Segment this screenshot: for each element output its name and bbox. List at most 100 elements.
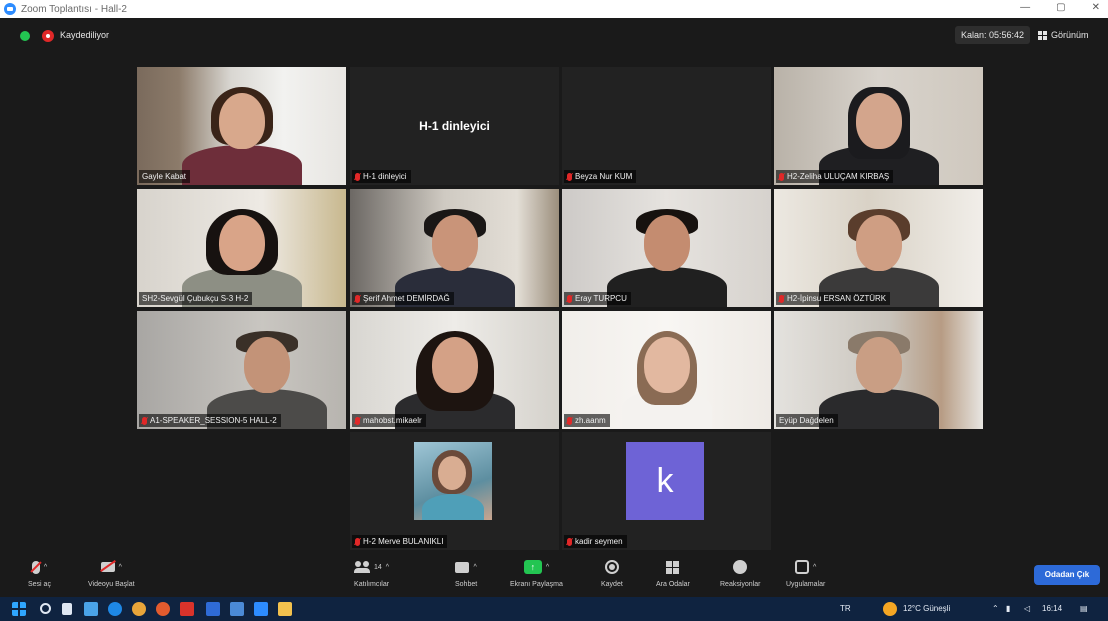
zoom-taskbar-icon[interactable] xyxy=(254,602,268,616)
window-controls: — ▢ ✕ xyxy=(1020,2,1100,13)
participant-name: Eray TURPCU xyxy=(575,294,627,303)
video-tile-8[interactable]: H2-İpinsu ERSAN ÖZTÜRK xyxy=(774,189,983,307)
participant-video xyxy=(181,87,302,185)
muted-mic-icon xyxy=(567,416,572,425)
task-view-icon[interactable] xyxy=(62,603,72,615)
maximize-icon[interactable]: ▢ xyxy=(1056,2,1065,13)
close-icon[interactable]: ✕ xyxy=(1092,2,1100,13)
video-tile-2[interactable]: H-1 dinleyici H-1 dinleyici xyxy=(350,67,559,185)
video-tile-11[interactable]: zh.aanm xyxy=(562,311,771,429)
video-tile-7[interactable]: Eray TURPCU xyxy=(562,189,771,307)
speaker-icon[interactable]: ◁ xyxy=(1024,602,1030,616)
windows-start-icon[interactable] xyxy=(12,602,26,616)
muted-mic-icon xyxy=(355,416,360,425)
video-tile-4[interactable]: H2-Zeliha ULUÇAM KIRBAŞ xyxy=(774,67,983,185)
reactions-button[interactable]: Reaksiyonlar xyxy=(720,557,760,588)
tile-center-label: H-1 dinleyici xyxy=(419,119,490,133)
participant-nametag: Beyza Nur KUM xyxy=(564,170,637,183)
share-screen-button[interactable]: ↑ ^ Ekranı Paylaşma xyxy=(510,557,563,588)
video-tile-12[interactable]: Eyüp Dağdelen xyxy=(774,311,983,429)
recording-icon[interactable] xyxy=(42,30,54,42)
input-language[interactable]: TR xyxy=(840,602,851,616)
clock[interactable]: 16:14 xyxy=(1042,602,1062,616)
chevron-up-icon[interactable]: ^ xyxy=(119,564,122,571)
record-button[interactable]: Kaydet xyxy=(601,557,623,588)
participant-nametag: H-1 dinleyici xyxy=(352,170,411,183)
participant-name: Şerif Ahmet DEMİRDAĞ xyxy=(363,294,450,303)
share-screen-label: Ekranı Paylaşma xyxy=(510,581,563,588)
participant-name: H-1 dinleyici xyxy=(363,172,407,181)
meeting-toolbar: ^ Sesi aç ^ Videoyu Başlat 14 ^ Katılımcı… xyxy=(0,553,1108,597)
participant-nametag: kadir seymen xyxy=(564,535,627,548)
word-icon[interactable] xyxy=(206,602,220,616)
video-tile-13[interactable]: H-2 Merve BULANIKLI xyxy=(350,432,559,550)
grid-view-icon xyxy=(1038,30,1047,40)
video-tile-14[interactable]: k kadir seymen xyxy=(562,432,771,550)
muted-mic-icon xyxy=(355,172,360,181)
apps-icon xyxy=(795,560,809,574)
unmute-label: Sesi aç xyxy=(28,581,51,588)
tray-chevron-icon[interactable]: ⌃ xyxy=(992,602,999,616)
video-tile-6[interactable]: Şerif Ahmet DEMİRDAĞ xyxy=(350,189,559,307)
participant-nametag: Şerif Ahmet DEMİRDAĞ xyxy=(352,292,454,305)
files-app-icon[interactable] xyxy=(84,602,98,616)
minimize-icon[interactable]: — xyxy=(1020,2,1030,13)
participant-name: kadir seymen xyxy=(575,537,623,546)
video-tile-1[interactable]: Gayle Kabat xyxy=(137,67,346,185)
chrome-icon[interactable] xyxy=(132,602,146,616)
weather-text[interactable]: 12°C Güneşli xyxy=(903,602,950,616)
chevron-up-icon[interactable]: ^ xyxy=(473,564,476,571)
breakout-rooms-button[interactable]: Ara Odalar xyxy=(656,557,690,588)
acrobat-icon[interactable] xyxy=(180,602,194,616)
video-tile-10[interactable]: mahobst.mikaelr xyxy=(350,311,559,429)
view-button[interactable]: Görünüm xyxy=(1038,26,1089,44)
notification-icon[interactable]: ▤ xyxy=(1080,602,1088,616)
participant-name: H2-İpinsu ERSAN ÖZTÜRK xyxy=(787,294,887,303)
participant-name: Gayle Kabat xyxy=(142,172,187,181)
chat-icon xyxy=(455,561,470,573)
participants-icon xyxy=(354,561,370,573)
window-title: Zoom Toplantısı - Hall-2 xyxy=(21,3,127,15)
weather-sun-icon[interactable] xyxy=(883,602,897,616)
search-icon[interactable] xyxy=(40,603,51,614)
firefox-icon[interactable] xyxy=(156,602,170,616)
leave-meeting-button[interactable]: Odadan Çık xyxy=(1034,565,1100,585)
participant-name: Beyza Nur KUM xyxy=(575,172,633,181)
muted-mic-icon xyxy=(779,294,784,303)
muted-mic-icon xyxy=(31,560,40,574)
view-label: Görünüm xyxy=(1051,30,1089,40)
chat-button[interactable]: ^ Sohbet xyxy=(455,557,477,588)
chevron-up-icon[interactable]: ^ xyxy=(546,564,549,571)
security-shield-icon[interactable] xyxy=(20,31,30,41)
start-video-button[interactable]: ^ Videoyu Başlat xyxy=(88,557,135,588)
video-tile-9[interactable]: A1-SPEAKER_SESSION-5 HALL-2 xyxy=(137,311,346,429)
chevron-up-icon[interactable]: ^ xyxy=(44,564,47,571)
breakout-rooms-icon xyxy=(666,560,680,574)
participant-name: H-2 Merve BULANIKLI xyxy=(363,537,444,546)
folder-icon[interactable] xyxy=(278,602,292,616)
participant-nametag: Gayle Kabat xyxy=(139,170,191,183)
participant-name: SH2-Sevgül Çubukçu S-3 H-2 xyxy=(142,294,249,303)
participant-nametag: H2-İpinsu ERSAN ÖZTÜRK xyxy=(776,292,891,305)
breakout-rooms-label: Ara Odalar xyxy=(656,581,690,588)
zoom-logo-icon xyxy=(4,3,16,15)
edge-icon[interactable] xyxy=(108,602,122,616)
muted-mic-icon xyxy=(142,416,147,425)
video-tile-3[interactable]: Beyza Nur KUM xyxy=(562,67,771,185)
participant-name: Eyüp Dağdelen xyxy=(779,416,834,425)
participant-video xyxy=(621,331,712,429)
apps-label: Uygulamalar xyxy=(786,581,826,588)
apps-button[interactable]: ^ Uygulamalar xyxy=(786,557,825,588)
participants-button[interactable]: 14 ^ Katılımcılar xyxy=(354,557,389,588)
muted-mic-icon xyxy=(355,294,360,303)
participant-nametag: zh.aanm xyxy=(564,414,610,427)
chevron-up-icon[interactable]: ^ xyxy=(813,564,816,571)
unmute-button[interactable]: ^ Sesi aç xyxy=(28,557,51,588)
participant-nametag: Eyüp Dağdelen xyxy=(776,414,838,427)
chevron-up-icon[interactable]: ^ xyxy=(386,564,389,571)
calculator-icon[interactable] xyxy=(230,602,244,616)
window-titlebar: Zoom Toplantısı - Hall-2 — ▢ ✕ xyxy=(0,0,1108,18)
microphone-tray-icon[interactable]: ▮ xyxy=(1006,602,1010,616)
video-tile-5[interactable]: SH2-Sevgül Çubukçu S-3 H-2 xyxy=(137,189,346,307)
recording-label: Kaydediliyor xyxy=(60,30,110,40)
